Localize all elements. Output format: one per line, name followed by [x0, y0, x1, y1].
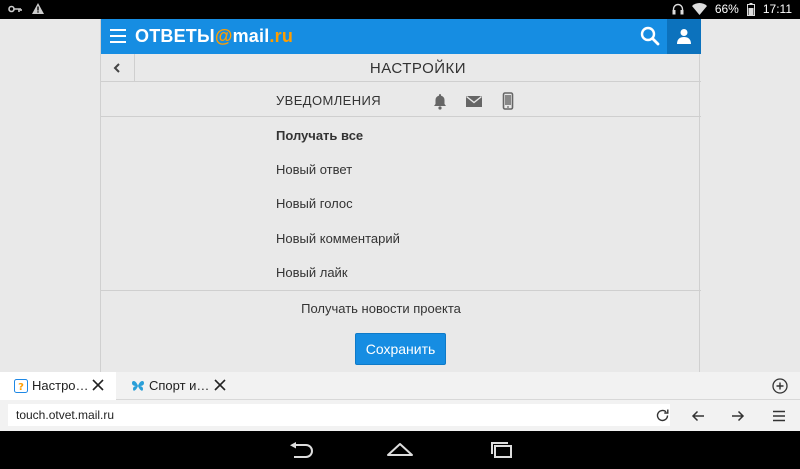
system-back-icon[interactable] [286, 442, 314, 458]
title-row: НАСТРОЙКИ [101, 54, 701, 82]
wifi-icon [691, 3, 707, 15]
tab-label: Спорт и… [149, 378, 210, 393]
reload-icon[interactable] [655, 408, 670, 423]
option-receive-all[interactable]: Получать все [276, 128, 363, 143]
browser-tab-strip: ? Настро… Спорт и… [0, 372, 800, 400]
browser-url-bar: touch.otvet.mail.ru [0, 400, 800, 431]
headphones-icon [672, 3, 684, 15]
battery-percent: 66% [714, 2, 739, 16]
logo-mail: mail [232, 26, 270, 46]
logo-ru: .ru [269, 26, 294, 46]
system-recents-icon[interactable] [488, 442, 516, 458]
forward-arrow-icon[interactable] [730, 408, 746, 424]
url-text: touch.otvet.mail.ru [16, 408, 115, 422]
option-new-vote[interactable]: Новый голос [276, 196, 353, 211]
app-header: ОТВЕТЫ@mail.ru [101, 19, 701, 54]
battery-icon [746, 2, 755, 16]
notifications-header: УВЕДОМЛЕНИЯ [101, 83, 701, 117]
page-title: НАСТРОЙКИ [369, 60, 467, 77]
browser-menu-icon[interactable] [771, 408, 787, 424]
new-tab-icon[interactable] [772, 378, 788, 394]
logo-otvety: ОТВЕТЫ [135, 26, 215, 46]
system-home-icon[interactable] [386, 442, 414, 458]
clock: 17:11 [762, 2, 792, 16]
web-page: ОТВЕТЫ@mail.ru НАСТРОЙКИ УВЕДОМЛЕНИЯ Пол… [0, 19, 800, 372]
bell-icon[interactable] [431, 92, 449, 110]
status-bar: 66% 17:11 [0, 0, 800, 19]
close-icon[interactable] [91, 378, 105, 392]
option-new-comment[interactable]: Новый комментарий [276, 231, 400, 246]
save-button[interactable]: Сохранить [355, 333, 446, 365]
search-icon[interactable] [639, 25, 661, 47]
section-label: УВЕДОМЛЕНИЯ [276, 93, 382, 108]
back-arrow-icon[interactable] [690, 408, 706, 424]
chevron-left-icon [113, 63, 120, 73]
question-favicon-icon: ? [14, 379, 28, 393]
menu-icon[interactable] [110, 29, 126, 43]
user-icon [677, 29, 691, 44]
settings-card: ОТВЕТЫ@mail.ru НАСТРОЙКИ УВЕДОМЛЕНИЯ Пол… [100, 19, 701, 372]
option-project-news[interactable]: Получать новости проекта [101, 301, 661, 316]
butterfly-favicon-icon [132, 381, 144, 391]
profile-button[interactable] [667, 19, 701, 54]
svg-text:?: ? [18, 382, 24, 393]
warning-icon [32, 3, 44, 14]
divider [101, 290, 701, 291]
browser-tab-settings[interactable]: ? Настро… [0, 372, 116, 400]
envelope-icon[interactable] [465, 92, 483, 110]
back-button[interactable] [101, 54, 135, 82]
browser-tab-sport[interactable]: Спорт и… [117, 372, 235, 400]
option-new-like[interactable]: Новый лайк [276, 265, 348, 280]
system-nav-bar [0, 431, 800, 469]
url-input[interactable]: touch.otvet.mail.ru [8, 404, 670, 426]
option-new-answer[interactable]: Новый ответ [276, 162, 352, 177]
site-logo[interactable]: ОТВЕТЫ@mail.ru [135, 26, 293, 47]
phone-icon[interactable] [499, 92, 517, 110]
close-icon[interactable] [213, 378, 227, 392]
key-icon [8, 5, 22, 12]
logo-at: @ [214, 26, 233, 46]
tab-label: Настро… [32, 378, 89, 393]
